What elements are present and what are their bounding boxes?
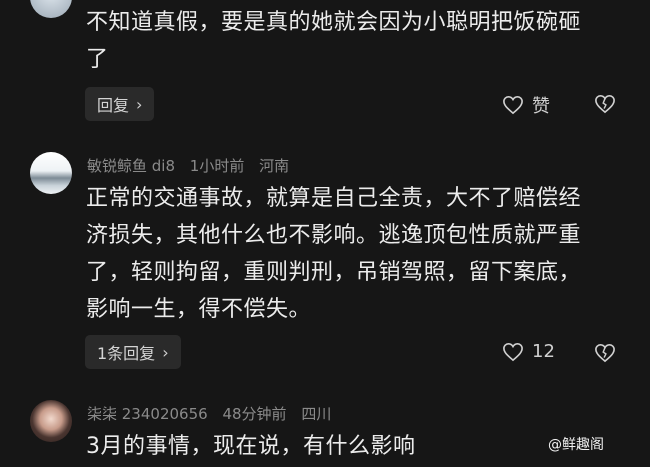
dislike-button[interactable]: [594, 94, 616, 118]
location: 河南: [259, 157, 290, 175]
broken-heart-icon: [595, 343, 615, 363]
comment-meta: 柒柒 234020656 48分钟前 四川: [87, 403, 341, 424]
dislike-button[interactable]: [594, 343, 616, 367]
chevron-right-icon: ›: [162, 342, 169, 362]
view-replies-button[interactable]: 1条回复 ›: [85, 335, 181, 369]
heart-icon: [503, 95, 523, 115]
reply-button[interactable]: 回复 ›: [85, 87, 155, 121]
timestamp: 1小时前: [189, 157, 245, 175]
like-button[interactable]: 12: [502, 341, 555, 362]
broken-heart-icon: [595, 94, 615, 114]
comment-text: 正常的交通事故，就算是自己全责，大不了赔偿经 济损失，其他什么也不影响。逃逸顶包…: [86, 186, 582, 322]
location: 四川: [301, 405, 332, 423]
username[interactable]: 柒柒 234020656: [87, 405, 208, 423]
timestamp: 48分钟前: [222, 405, 287, 423]
chevron-right-icon: ›: [136, 94, 143, 114]
heart-icon: [503, 342, 523, 361]
comment-text: 3月的事情，现在说，有什么影响: [86, 434, 416, 459]
avatar[interactable]: [30, 0, 72, 18]
avatar[interactable]: [30, 400, 72, 442]
username[interactable]: 敏锐鲸鱼 di8: [87, 157, 175, 175]
like-count: 12: [532, 341, 555, 362]
watermark: @鲜趣阁: [548, 437, 604, 453]
comment-meta: 敏锐鲸鱼 di8 1小时前 河南: [87, 155, 299, 176]
comment-text: 不知道真假，要是真的她就会因为小聪明把饭碗砸 了: [86, 10, 582, 72]
like-button[interactable]: 赞: [502, 92, 550, 118]
avatar[interactable]: [30, 152, 72, 194]
